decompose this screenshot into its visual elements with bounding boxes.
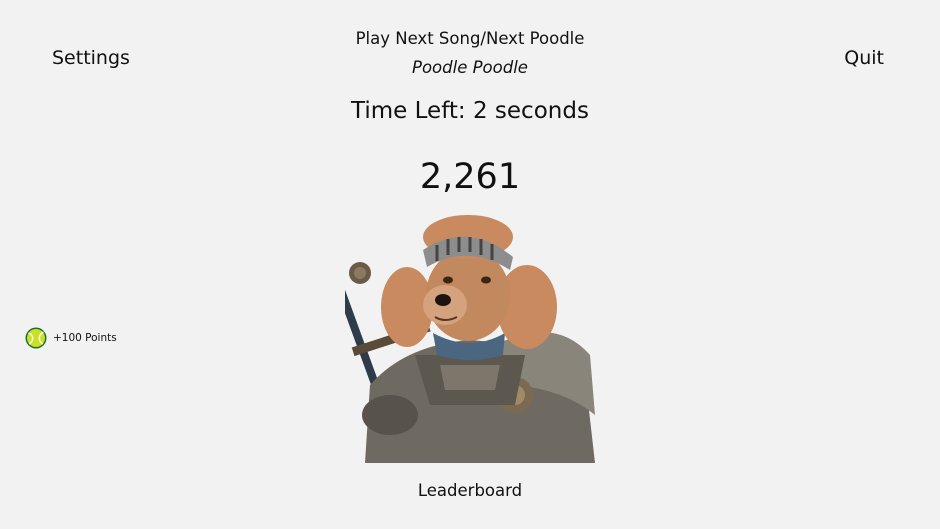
knight-poodle-image [345, 215, 595, 463]
play-next-button[interactable]: Play Next Song/Next Poodle [0, 29, 940, 48]
points-bonus-label: +100 Points [53, 332, 117, 344]
time-left-text: Time Left: 2 seconds [351, 98, 589, 124]
game-screen: Settings Quit Play Next Song/Next Poodle… [0, 0, 940, 529]
tennis-ball-icon [25, 327, 47, 349]
song-name: Poodle Poodle [412, 58, 528, 77]
points-bonus: +100 Points [25, 327, 117, 349]
leaderboard-button[interactable]: Leaderboard [0, 481, 940, 500]
score-display: 2,261 [419, 157, 521, 197]
